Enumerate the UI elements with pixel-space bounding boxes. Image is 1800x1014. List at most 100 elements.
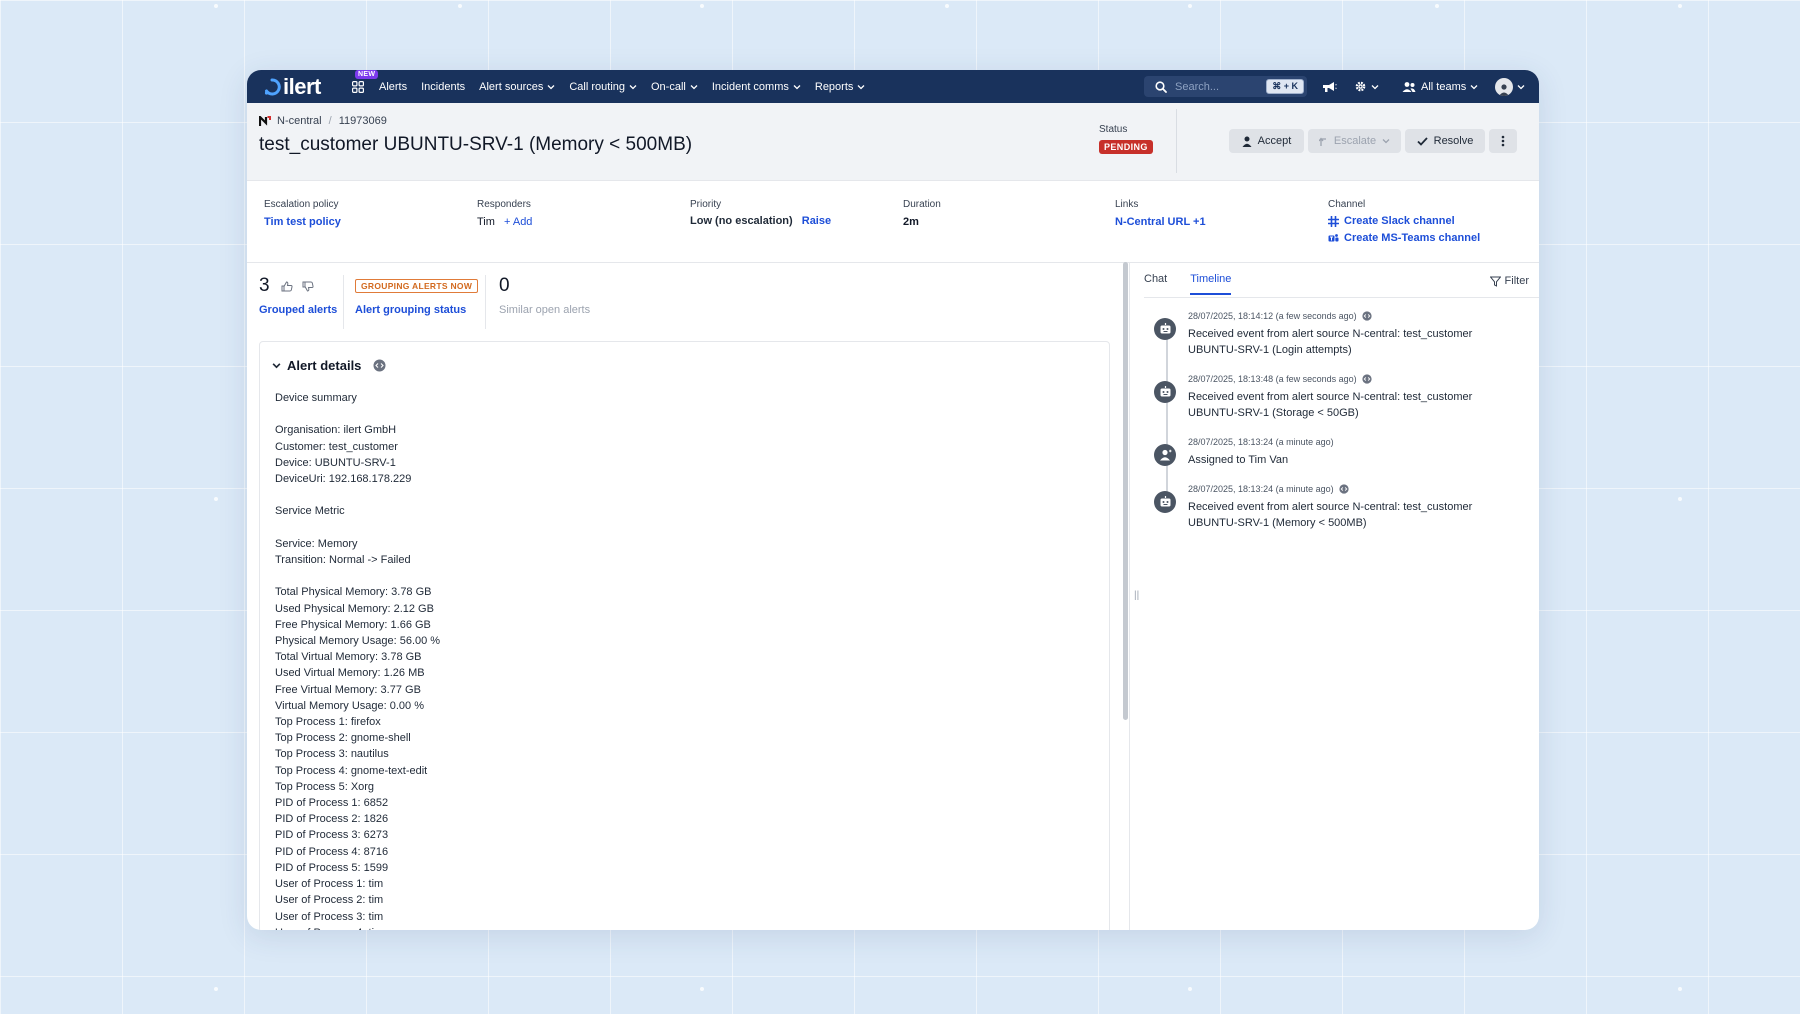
grid-icon [352, 80, 364, 93]
users-icon [1402, 81, 1416, 92]
chevron-down-icon [629, 84, 637, 89]
more-vertical-icon [1501, 135, 1505, 147]
teams-label: All teams [1421, 80, 1467, 93]
nav-alerts[interactable]: Alerts [379, 81, 407, 93]
resolve-button[interactable]: Resolve [1405, 129, 1485, 153]
nav-label: Reports [814, 80, 854, 93]
alert-header: N-central / 11973069 test_customer UBUNT… [247, 103, 1539, 181]
escalate-icon [1318, 136, 1326, 146]
raise-priority-link[interactable]: Raise [802, 215, 831, 227]
responder-name[interactable]: Tim [477, 216, 495, 228]
duration-value: 2m [903, 216, 919, 228]
megaphone-icon [1323, 81, 1337, 92]
slack-icon [1328, 215, 1339, 227]
nav-on-call[interactable]: On-call [651, 81, 698, 93]
tab-chat[interactable]: Chat [1144, 273, 1167, 295]
ms-teams-icon [1328, 233, 1339, 241]
channel-field: Channel Create Slack channel Create MS-T… [1328, 199, 1480, 244]
create-teams-channel-link[interactable]: Create MS-Teams channel [1328, 232, 1480, 244]
event-text: Received event from alert source N-centr… [1188, 501, 1473, 529]
page-title: test_customer UBUNTU-SRV-1 (Memory < 500… [259, 134, 693, 155]
check-icon [1416, 136, 1428, 146]
n-central-url-link[interactable]: N-Central URL +1 [1115, 216, 1206, 228]
escalate-button[interactable]: Escalate [1308, 129, 1401, 153]
nav-incident-comms[interactable]: Incident comms [712, 81, 801, 93]
nav-call-routing[interactable]: Call routing [569, 81, 637, 93]
duration-field: Duration 2m [903, 199, 941, 228]
thumbs-up-icon[interactable] [281, 280, 293, 292]
teams-channel-label: Create MS-Teams channel [1344, 232, 1481, 244]
responders-label: Responders [477, 199, 531, 210]
alert-details-toggle[interactable]: Alert details [272, 358, 386, 373]
logo-text: ilert [283, 73, 321, 99]
status-label: Status [1099, 124, 1128, 135]
n-central-icon [259, 115, 271, 126]
settings-menu[interactable] [1354, 70, 1379, 103]
accept-label: Accept [1257, 135, 1292, 147]
alert-grouping-status-link[interactable]: Alert grouping status [355, 304, 485, 316]
links-label: Links [1115, 199, 1139, 210]
event-text: Received event from alert source N-centr… [1188, 328, 1473, 356]
chevron-down-icon [1382, 139, 1390, 144]
tab-timeline[interactable]: Timeline [1190, 273, 1232, 295]
activity-pane: Chat Timeline Filter 28/07/2025, 18:14:1… [1130, 262, 1539, 930]
thumbs-down-icon[interactable] [302, 281, 314, 292]
grouped-alerts-stat: 3 Grouped alerts [259, 275, 345, 316]
grouped-alerts-link[interactable]: Grouped alerts [259, 304, 345, 316]
event-timestamp: 28/07/2025, 18:13:24 (a minute ago) [1188, 484, 1334, 494]
escalation-policy-link[interactable]: Tim test policy [264, 216, 341, 228]
priority-value: Low (no escalation) [690, 215, 793, 227]
responders-field: Responders Tim + Add [477, 199, 532, 228]
search-input[interactable]: Search... ⌘ + K [1144, 76, 1307, 97]
chevron-down-icon [1470, 84, 1478, 89]
priority-field: Priority Low (no escalation) Raise [690, 199, 831, 227]
chevron-down-icon [272, 363, 281, 369]
similar-alerts-stat: 0 Similar open alerts [499, 275, 619, 316]
accept-button[interactable]: Accept [1229, 129, 1304, 153]
filter-button[interactable]: Filter [1489, 275, 1529, 287]
details-scrollbar[interactable] [1123, 262, 1128, 720]
code-view-icon[interactable] [373, 359, 386, 372]
status-badge: PENDING [1099, 140, 1153, 154]
nav-alert-sources[interactable]: Alert sources [479, 81, 555, 93]
background-dot [1188, 4, 1192, 8]
code-view-icon[interactable] [1338, 484, 1349, 494]
apps-grid-button[interactable]: NEW [349, 70, 379, 96]
breadcrumb-separator: / [328, 115, 332, 127]
create-slack-channel-link[interactable]: Create Slack channel [1328, 215, 1480, 227]
nav-label: Alert sources [479, 80, 544, 93]
resolve-label: Resolve [1433, 135, 1474, 147]
user-menu[interactable] [1495, 70, 1525, 103]
teams-selector[interactable]: All teams [1402, 70, 1478, 103]
activity-tabs: Chat Timeline [1144, 273, 1254, 295]
alert-details-body: Device summary Organisation: ilert GmbH … [275, 392, 441, 930]
similar-alerts-count: 0 [499, 275, 510, 296]
event-timestamp: 28/07/2025, 18:14:12 (a few seconds ago) [1188, 311, 1357, 321]
announcements-button[interactable] [1321, 70, 1337, 103]
grouping-status-badge: GROUPING ALERTS NOW [355, 279, 479, 293]
stat-divider [343, 275, 344, 329]
channel-label: Channel [1328, 199, 1366, 210]
nav-incidents[interactable]: Incidents [421, 81, 465, 93]
escalate-label: Escalate [1333, 135, 1377, 147]
nav-reports[interactable]: Reports [815, 81, 866, 93]
links-field: Links N-Central URL +1 [1115, 199, 1206, 228]
user-assign-icon [1154, 444, 1176, 466]
filter-label: Filter [1504, 275, 1529, 287]
top-navigation: ilert NEW Alerts Incidents Alert sources… [247, 70, 1539, 103]
code-view-icon[interactable] [1362, 374, 1372, 384]
code-view-icon[interactable] [1362, 311, 1372, 321]
more-actions-button[interactable] [1489, 129, 1517, 153]
robot-icon [1154, 491, 1176, 513]
nav-label: Incident comms [711, 80, 789, 93]
add-responder-link[interactable]: + Add [504, 216, 532, 228]
background-dot [458, 4, 462, 8]
priority-label: Priority [690, 199, 722, 210]
user-icon [1242, 136, 1252, 147]
escalation-policy-field: Escalation policy Tim test policy [264, 199, 341, 228]
background-dot [214, 987, 218, 991]
event-text: Assigned to Tim Van [1188, 454, 1289, 466]
ilert-logo-icon [264, 77, 281, 95]
ilert-logo[interactable]: ilert [263, 74, 331, 100]
breadcrumb-source[interactable]: N-central [277, 115, 322, 127]
